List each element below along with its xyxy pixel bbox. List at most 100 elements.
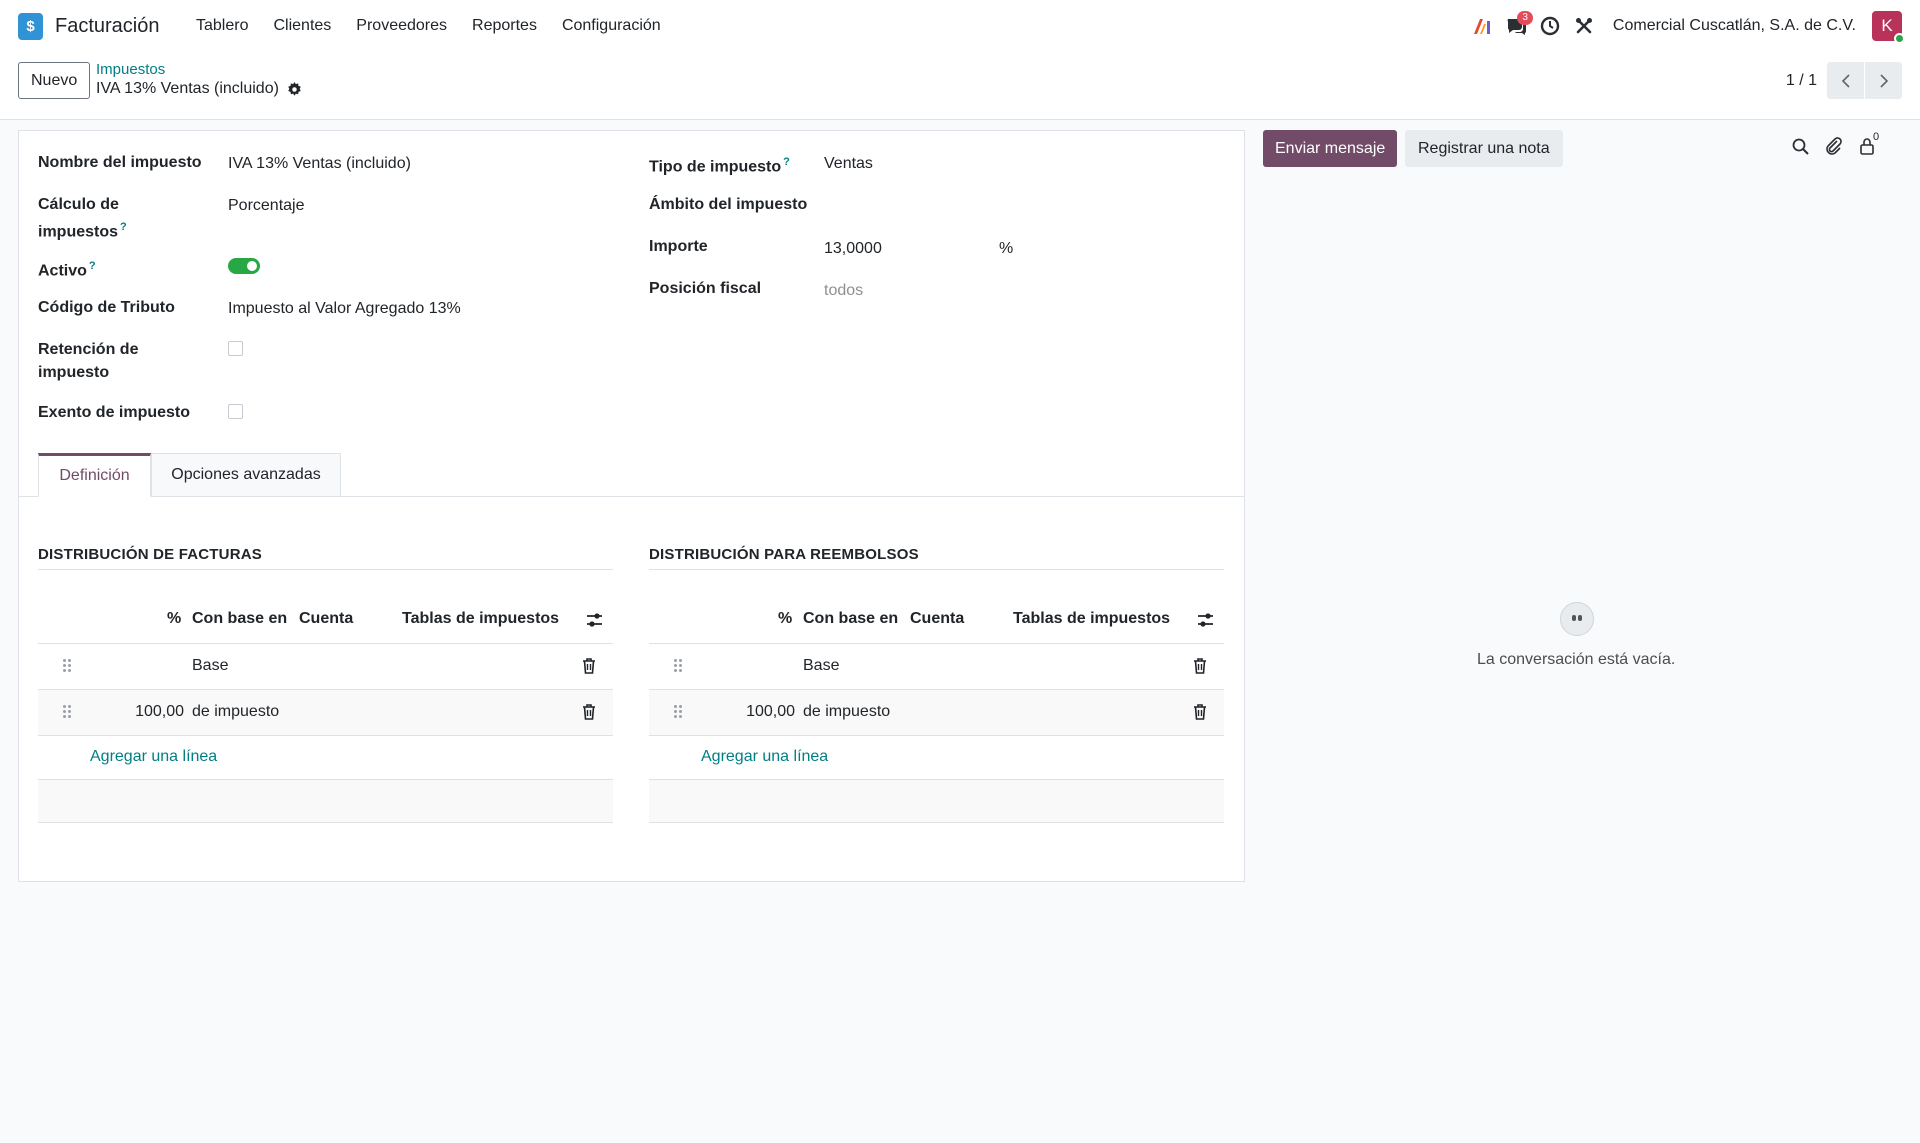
row-percent[interactable]: 100,00 — [128, 703, 184, 721]
refund-distribution-title: DISTRIBUCIÓN PARA REEMBOLSOS — [649, 546, 1224, 570]
user-avatar[interactable]: K — [1872, 11, 1905, 44]
trash-icon[interactable] — [1193, 704, 1207, 720]
tab-definicion[interactable]: Definición — [38, 453, 151, 497]
tools-icon[interactable] — [1567, 9, 1601, 43]
tribute-code-label: Código de Tributo — [38, 299, 175, 316]
drag-handle-icon[interactable] — [63, 657, 73, 675]
record-title-text: IVA 13% Ventas (incluido) — [96, 80, 279, 97]
tax-type-value[interactable]: Ventas — [824, 152, 873, 175]
app-name[interactable]: Facturación — [55, 15, 160, 38]
table-row[interactable]: 100,00 de impuesto — [649, 690, 1224, 736]
pager-previous-button[interactable] — [1827, 62, 1864, 99]
exempt-checkbox[interactable] — [228, 404, 243, 419]
active-label: Activo? — [38, 260, 96, 280]
invoice-distribution: DISTRIBUCIÓN DE FACTURAS % Con base en C… — [38, 546, 613, 823]
avatar-initial: K — [1881, 16, 1893, 35]
amount-value[interactable]: 13,0000 — [824, 237, 882, 260]
top-navbar: $ Facturación Tablero Clientes Proveedor… — [0, 0, 1920, 52]
record-title: IVA 13% Ventas (incluido) — [96, 80, 302, 98]
tax-name-label: Nombre del impuesto — [38, 154, 202, 171]
menu-item-tablero[interactable]: Tablero — [184, 17, 261, 35]
chevron-right-icon — [1879, 73, 1888, 88]
tax-computation-label: Cálculo de impuestos? — [38, 196, 127, 241]
add-line-row: Agregar una línea — [649, 736, 1224, 780]
gear-icon[interactable] — [287, 81, 302, 97]
help-icon[interactable]: ? — [89, 260, 96, 272]
col-percent[interactable]: % — [778, 610, 792, 628]
table-row[interactable]: 100,00 de impuesto — [38, 690, 613, 736]
chat-icon[interactable]: 3 — [1499, 9, 1533, 43]
table-row[interactable]: Base — [38, 644, 613, 690]
col-tax-grids[interactable]: Tablas de impuestos — [1013, 610, 1170, 628]
followers-count: 0 — [1873, 131, 1880, 143]
tax-name-value[interactable]: IVA 13% Ventas (incluido) — [228, 152, 411, 175]
messages-badge: 3 — [1517, 11, 1533, 25]
active-toggle[interactable] — [228, 258, 260, 274]
optional-columns-icon[interactable] — [586, 612, 603, 628]
col-percent[interactable]: % — [167, 610, 181, 628]
trash-icon[interactable] — [582, 658, 596, 674]
add-line-row: Agregar una línea — [38, 736, 613, 780]
help-icon[interactable]: ? — [120, 221, 127, 233]
retention-label: Retención de impuesto — [38, 341, 139, 381]
col-account[interactable]: Cuenta — [299, 610, 353, 628]
trash-icon[interactable] — [1193, 658, 1207, 674]
col-tax-grids[interactable]: Tablas de impuestos — [402, 610, 559, 628]
send-message-button[interactable]: Enviar mensaje — [1263, 130, 1398, 167]
app-logo-icon[interactable]: $ — [18, 12, 44, 42]
menu-item-proveedores[interactable]: Proveedores — [344, 17, 460, 35]
log-note-button[interactable]: Registrar una nota — [1405, 130, 1563, 167]
empty-row — [38, 780, 613, 823]
main-menu: Tablero Clientes Proveedores Reportes Co… — [184, 17, 674, 35]
form-sheet: Nombre del impuesto IVA 13% Ventas (incl… — [18, 130, 1245, 882]
pager-next-button[interactable] — [1865, 62, 1902, 99]
tax-scope-label: Ámbito del impuesto — [649, 196, 808, 213]
company-switcher[interactable]: Comercial Cuscatlán, S.A. de C.V. — [1613, 17, 1856, 35]
menu-item-configuracion[interactable]: Configuración — [549, 17, 673, 35]
clock-icon[interactable] — [1533, 9, 1567, 43]
row-based-on[interactable]: Base — [192, 657, 228, 675]
new-button[interactable]: Nuevo — [18, 62, 91, 99]
paperclip-icon[interactable] — [1825, 137, 1843, 155]
invoice-distribution-title: DISTRIBUCIÓN DE FACTURAS — [38, 546, 613, 570]
drag-handle-icon[interactable] — [63, 703, 73, 721]
col-account[interactable]: Cuenta — [910, 610, 964, 628]
trash-icon[interactable] — [582, 704, 596, 720]
drag-handle-icon[interactable] — [674, 703, 684, 721]
empty-row — [649, 780, 1224, 823]
menu-item-clientes[interactable]: Clientes — [261, 17, 344, 35]
breadcrumb-impuestos[interactable]: Impuestos — [96, 61, 165, 78]
tax-computation-value[interactable]: Porcentaje — [228, 194, 305, 217]
chatter-topbar-icons: 0 — [1792, 131, 1879, 155]
tax-scope-value[interactable] — [824, 194, 1124, 217]
row-based-on[interactable]: de impuesto — [803, 703, 890, 721]
followers-button[interactable]: 0 — [1859, 131, 1879, 155]
tribute-code-value[interactable]: Impuesto al Valor Agregado 13% — [228, 297, 461, 320]
col-based-on[interactable]: Con base en — [803, 610, 898, 628]
refund-distribution-header: % Con base en Cuenta Tablas de impuestos — [649, 596, 1224, 644]
ai-icon[interactable] — [1465, 9, 1499, 43]
menu-item-reportes[interactable]: Reportes — [460, 17, 550, 35]
systray: 3 Comercial Cuscatlán, S.A. de C.V. K — [1465, 9, 1905, 44]
add-line-link[interactable]: Agregar una línea — [90, 748, 217, 766]
optional-columns-icon[interactable] — [1197, 612, 1214, 628]
tax-type-label: Tipo de impuesto? — [649, 156, 790, 176]
help-icon[interactable]: ? — [783, 156, 790, 168]
pager-value[interactable]: 1 / 1 — [1786, 72, 1817, 90]
drag-handle-icon[interactable] — [674, 657, 684, 675]
row-based-on[interactable]: Base — [803, 657, 839, 675]
search-icon[interactable] — [1792, 138, 1809, 155]
amount-label: Importe — [649, 238, 708, 255]
col-based-on[interactable]: Con base en — [192, 610, 287, 628]
fiscal-position-input[interactable]: todos — [824, 279, 863, 302]
refund-distribution: DISTRIBUCIÓN PARA REEMBOLSOS % Con base … — [649, 546, 1224, 823]
amount-unit: % — [999, 240, 1014, 257]
table-row[interactable]: Base — [649, 644, 1224, 690]
tab-opciones-avanzadas[interactable]: Opciones avanzadas — [151, 453, 341, 497]
retention-checkbox[interactable] — [228, 341, 243, 356]
row-based-on[interactable]: de impuesto — [192, 703, 279, 721]
row-percent[interactable]: 100,00 — [739, 703, 795, 721]
invoice-distribution-header: % Con base en Cuenta Tablas de impuestos — [38, 596, 613, 644]
add-line-link[interactable]: Agregar una línea — [701, 748, 828, 766]
online-status-dot — [1894, 33, 1905, 44]
